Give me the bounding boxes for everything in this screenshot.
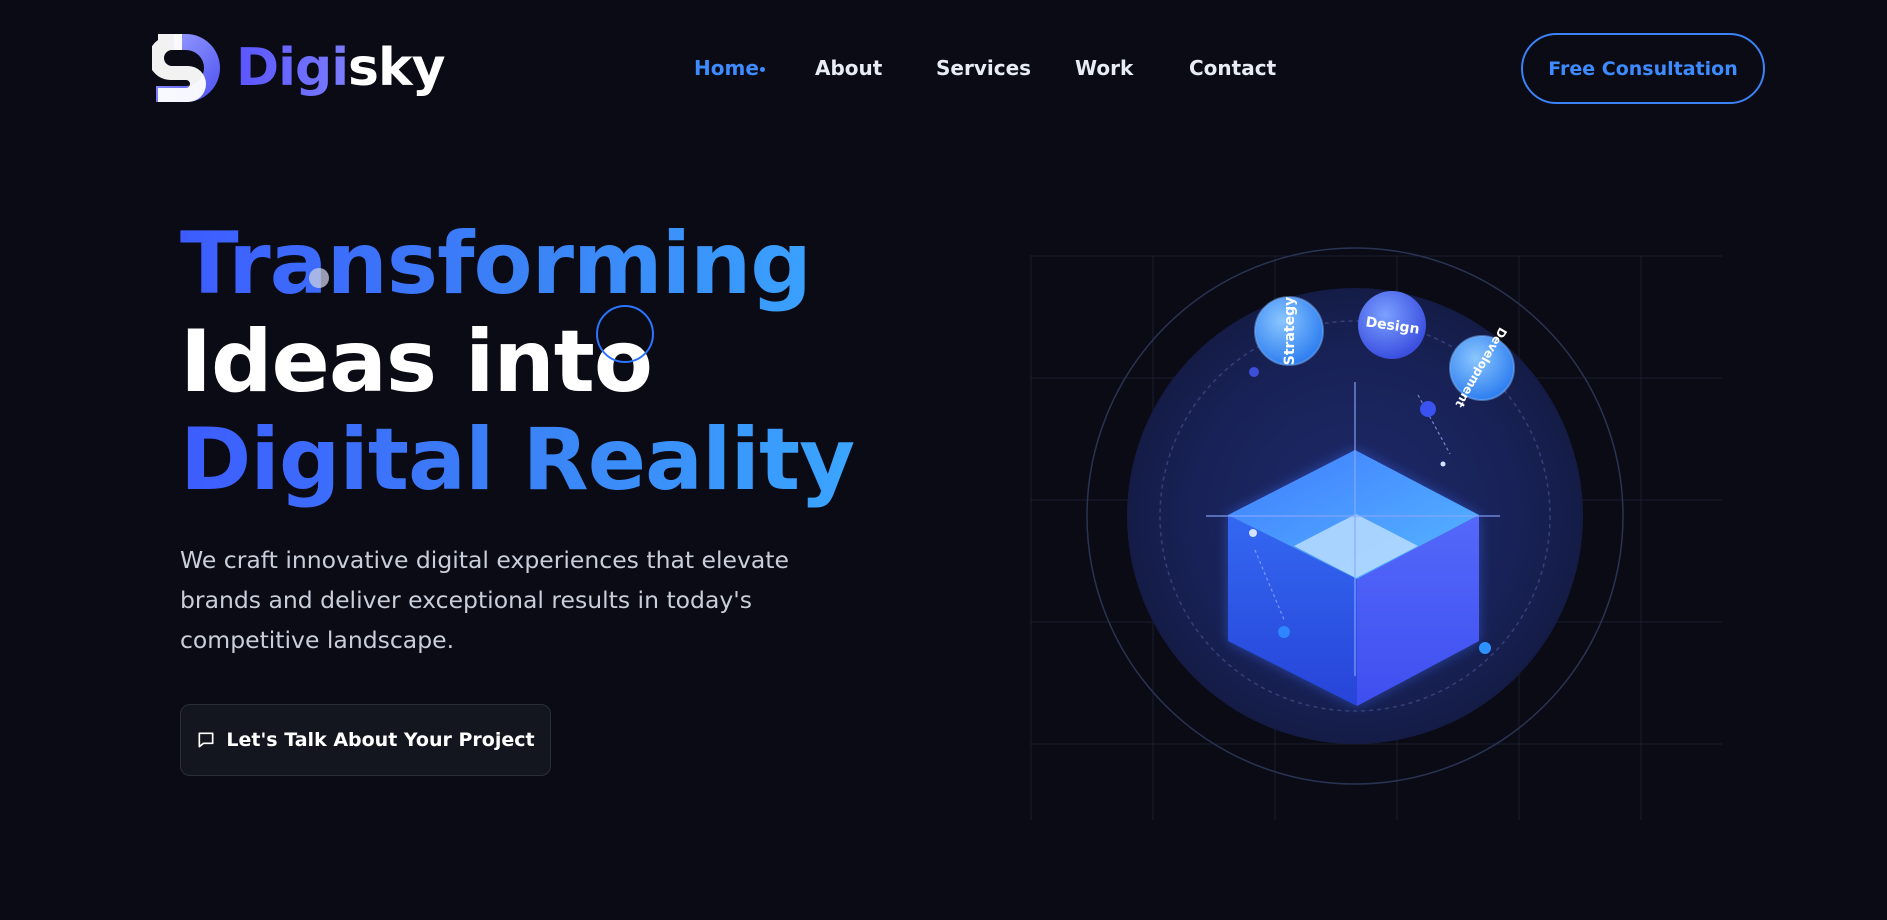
lets-talk-button[interactable]: Let's Talk About Your Project [180,704,551,776]
hero-illustration: Strategy Design Development [1030,247,1722,820]
nav-item-about[interactable]: About [815,56,882,80]
free-consultation-button[interactable]: Free Consultation [1521,33,1765,104]
nav-item-home[interactable]: Home [694,56,759,80]
cursor-dot [309,268,329,288]
nav-item-services[interactable]: Services [936,56,1031,80]
hero-subtext: We craft innovative digital experiences … [180,546,789,654]
orb-design: Design [1358,291,1426,359]
lets-talk-label: Let's Talk About Your Project [226,729,535,751]
headline-line-2: Ideas into [180,312,653,412]
cursor-ring [596,305,654,363]
active-indicator-dot [760,67,765,72]
chat-bubble-icon [198,732,214,748]
brand-name: Digisky [236,42,445,94]
orb-strategy-label: Strategy [1282,297,1298,365]
nav-item-contact[interactable]: Contact [1189,56,1276,80]
brand-name-part1: Digi [236,38,349,98]
headline-line-1: Transforming [180,215,854,313]
hero-headline: Transforming Ideas into Digital Reality [180,215,855,510]
nav-item-work[interactable]: Work [1075,56,1133,80]
headline-line-3: Digital Reality [180,410,855,510]
brand-logo[interactable]: Digisky [152,30,445,106]
orb-strategy: Strategy [1254,296,1324,366]
logo-mark-icon [152,34,220,102]
brand-name-part2: sky [348,38,445,98]
